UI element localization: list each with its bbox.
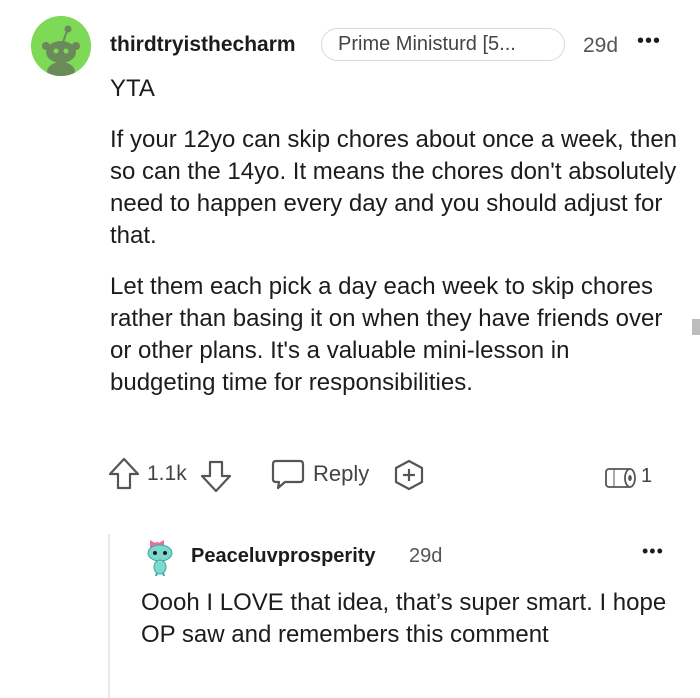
upvote-arrow-icon (108, 457, 140, 490)
toilet-paper-award-icon (605, 468, 636, 488)
award-count: 1 (641, 465, 653, 487)
snoo-avatar-icon (147, 540, 173, 577)
reply-user-avatar[interactable] (140, 536, 180, 577)
comment-paragraph: If your 12yo can skip chores about once … (110, 126, 678, 249)
comment-paragraph: Let them each pick a day each week to sk… (110, 273, 663, 396)
award-badge[interactable] (604, 464, 638, 495)
downvote-arrow-icon (200, 460, 232, 493)
speech-bubble-icon (271, 459, 305, 490)
user-flair: Prime Ministurd [5... (321, 28, 565, 61)
scrollbar-thumb[interactable] (692, 319, 700, 335)
reply-button-label[interactable]: Reply (313, 461, 369, 487)
give-award-button[interactable] (392, 459, 426, 496)
reply-body: Oooh I LOVE that idea, that’s super smar… (141, 589, 667, 648)
user-avatar[interactable] (31, 16, 91, 76)
upvote-button[interactable] (108, 457, 140, 496)
reply-timestamp[interactable]: 29d (409, 545, 442, 568)
vote-score: 1.1k (147, 462, 187, 485)
downvote-button[interactable] (200, 459, 232, 498)
thread-line[interactable] (108, 534, 110, 698)
reply-username[interactable]: Peaceluvprosperity (191, 545, 376, 568)
reply-more-options-button[interactable]: ••• (642, 541, 664, 562)
comment-verdict: YTA (110, 75, 155, 102)
comment-timestamp[interactable]: 29d (583, 34, 618, 58)
comment-username[interactable]: thirdtryisthecharm (110, 33, 296, 57)
reply-button[interactable] (271, 458, 305, 495)
more-options-button[interactable]: ••• (637, 30, 661, 53)
snoo-avatar-icon (31, 16, 91, 76)
add-award-icon (394, 459, 424, 491)
